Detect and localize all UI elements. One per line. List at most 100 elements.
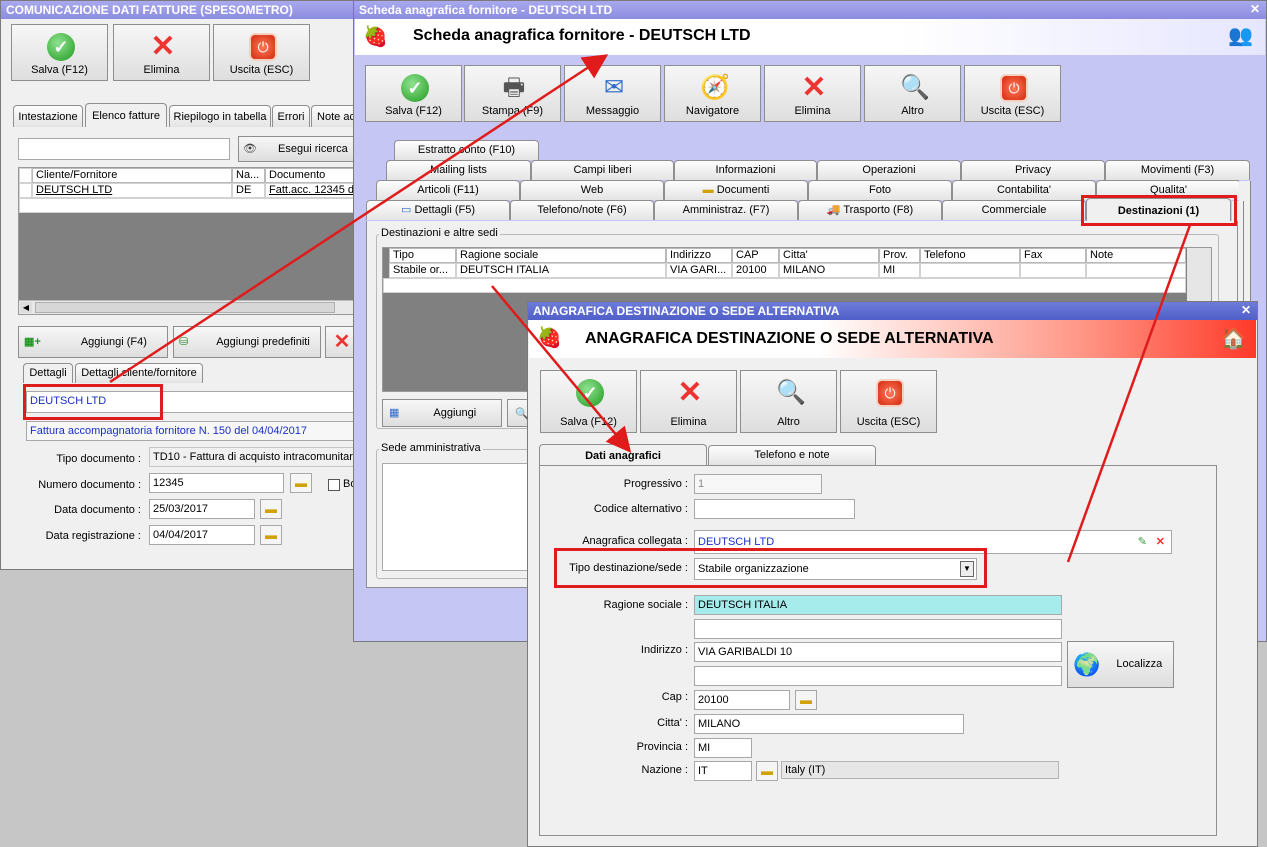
scroll-left-icon[interactable]: ◀ [20, 302, 32, 313]
tab-intestazione[interactable]: Intestazione [13, 105, 83, 127]
search-input[interactable] [18, 138, 230, 160]
scroll-thumb[interactable] [35, 302, 335, 313]
add-default-button[interactable]: ⛁ Aggiungi predefiniti [173, 326, 321, 358]
cap-label: Cap : [661, 691, 688, 703]
city-field[interactable]: MILANO [694, 714, 964, 734]
folder-icon[interactable]: ▬ [756, 761, 778, 781]
grid-header[interactable]: Tipo [389, 248, 456, 263]
folder-icon[interactable]: ▬ [260, 499, 282, 519]
locate-button[interactable]: 🌍 Localizza [1067, 641, 1174, 688]
grid-header[interactable]: Telefono [920, 248, 1020, 263]
tab-dettagli-cliente[interactable]: Dettagli cliente/fornitore [75, 363, 203, 383]
save-button[interactable]: ✓ Salva (F12) [365, 65, 462, 122]
pencil-icon[interactable]: ✎ [1138, 531, 1147, 553]
grid-header[interactable]: Ragione sociale [456, 248, 666, 263]
close-icon[interactable]: ✕ [1250, 2, 1260, 16]
tab-dettagli[interactable]: Dettagli [23, 363, 73, 383]
address-field[interactable]: VIA GARIBALDI 10 [694, 642, 1062, 662]
alt-code-field[interactable] [694, 499, 855, 519]
tab-amministrazione[interactable]: Amministraz. (F7) [654, 200, 798, 220]
cap-field[interactable]: 20100 [694, 690, 790, 710]
row-indicator [19, 183, 32, 198]
message-button[interactable]: ✉ Messaggio [564, 65, 661, 122]
add-button[interactable]: ▦ Aggiungi [382, 399, 502, 427]
save-button[interactable]: ✓ Salva (F12) [540, 370, 637, 433]
tab-riepilogo[interactable]: Riepilogo in tabella [169, 105, 271, 127]
tab-elenco-fatture[interactable]: Elenco fatture [85, 103, 167, 127]
grid-header[interactable]: Fax [1020, 248, 1086, 263]
folder-icon[interactable]: ▬ [290, 473, 312, 493]
tab-estratto-conto[interactable]: Estratto conto (F10) [394, 140, 539, 160]
grid-header[interactable]: Documento [265, 168, 359, 183]
grid-cell[interactable]: DE [232, 183, 265, 198]
grid-cell[interactable]: MILANO [779, 263, 879, 278]
delete-button[interactable]: ✕ Elimina [764, 65, 861, 122]
tab-informazioni[interactable]: Informazioni [674, 160, 817, 180]
grid-cell[interactable]: Stabile or... [389, 263, 456, 278]
tab-campi-liberi[interactable]: Campi liberi [531, 160, 674, 180]
close-icon[interactable]: ✕ [1241, 303, 1251, 317]
exit-button[interactable]: ⏻ Uscita (ESC) [964, 65, 1061, 122]
tab-documenti[interactable]: ▬ Documenti [664, 180, 808, 200]
grid-cell[interactable] [1020, 263, 1086, 278]
grid-cell[interactable]: Fatt.acc. 12345 d [265, 183, 359, 198]
tab-foto[interactable]: Foto [808, 180, 952, 200]
grid-cell[interactable]: DEUTSCH ITALIA [456, 263, 666, 278]
grid-header[interactable]: Na... [232, 168, 265, 183]
grid-cell[interactable]: MI [879, 263, 920, 278]
name-field[interactable]: DEUTSCH ITALIA [694, 595, 1062, 615]
cross-icon: ✕ [801, 71, 827, 104]
province-label: Provincia : [636, 741, 688, 753]
tab-commerciale[interactable]: Commerciale [942, 200, 1086, 220]
doc-type-field[interactable]: TD10 - Fattura di acquisto intracomunita… [149, 447, 359, 467]
grid-header[interactable]: Prov. [879, 248, 920, 263]
grid-header[interactable]: Cliente/Fornitore [32, 168, 232, 183]
horizontal-scrollbar[interactable]: ◀ [19, 300, 359, 314]
grid-cell[interactable]: DEUTSCH LTD [32, 183, 232, 198]
other-button[interactable]: 🔍 Altro [864, 65, 961, 122]
tab-movimenti[interactable]: Movimenti (F3) [1105, 160, 1250, 180]
address2-field[interactable] [694, 666, 1062, 686]
delete-button[interactable]: ✕ Elimina [640, 370, 737, 433]
tab-errori[interactable]: Errori [272, 105, 310, 127]
province-field[interactable]: MI [694, 738, 752, 758]
tab-telefono-note[interactable]: Telefono/note (F6) [510, 200, 654, 220]
printer-icon: 🖶 [502, 74, 526, 101]
tab-contabilita[interactable]: Contabilita' [952, 180, 1096, 200]
cross-icon[interactable]: ✕ [1156, 531, 1165, 553]
grid-header[interactable]: Citta' [779, 248, 879, 263]
name2-field[interactable] [694, 619, 1062, 639]
exit-button[interactable]: ⏻ Uscita (ESC) [213, 24, 310, 81]
tab-dettagli[interactable]: ▭ Dettagli (F5) [366, 200, 510, 220]
add-button[interactable]: ▦+ Aggiungi (F4) [18, 326, 168, 358]
nation-field[interactable]: IT [694, 761, 752, 781]
exit-button[interactable]: ⏻ Uscita (ESC) [840, 370, 937, 433]
navigator-button[interactable]: 🧭 Navigatore [664, 65, 761, 122]
tab-telefono-note[interactable]: Telefono e note [708, 445, 876, 465]
save-button[interactable]: ✓ Salva (F12) [11, 24, 108, 81]
folder-icon[interactable]: ▬ [795, 690, 817, 710]
print-button[interactable]: 🖶 Stampa (F9) [464, 65, 561, 122]
bo-checkbox[interactable] [328, 479, 340, 491]
tab-dati-anagrafici[interactable]: Dati anagrafici [539, 444, 707, 466]
grid-header[interactable]: Indirizzo [666, 248, 732, 263]
doc-number-field[interactable]: 12345 [149, 473, 284, 493]
grid-header[interactable]: CAP [732, 248, 779, 263]
grid-cell[interactable]: 20100 [732, 263, 779, 278]
tab-web[interactable]: Web [520, 180, 664, 200]
tab-operazioni[interactable]: Operazioni [817, 160, 961, 180]
grid-cell[interactable]: VIA GARI... [666, 263, 732, 278]
tab-articoli[interactable]: Articoli (F11) [376, 180, 520, 200]
tab-mailing-lists[interactable]: Mailing lists [386, 160, 531, 180]
doc-date-field[interactable]: 25/03/2017 [149, 499, 255, 519]
tab-privacy[interactable]: Privacy [961, 160, 1105, 180]
reg-date-field[interactable]: 04/04/2017 [149, 525, 255, 545]
other-button[interactable]: 🔍 Altro [740, 370, 837, 433]
tab-trasporto[interactable]: 🚚 Trasporto (F8) [798, 200, 942, 220]
delete-button[interactable]: ✕ Elimina [113, 24, 210, 81]
grid-cell[interactable] [1086, 263, 1186, 278]
grid-cell[interactable] [920, 263, 1020, 278]
grid-header[interactable]: Note [1086, 248, 1186, 263]
search-button[interactable]: 👁 Esegui ricerca [238, 136, 358, 162]
folder-icon[interactable]: ▬ [260, 525, 282, 545]
